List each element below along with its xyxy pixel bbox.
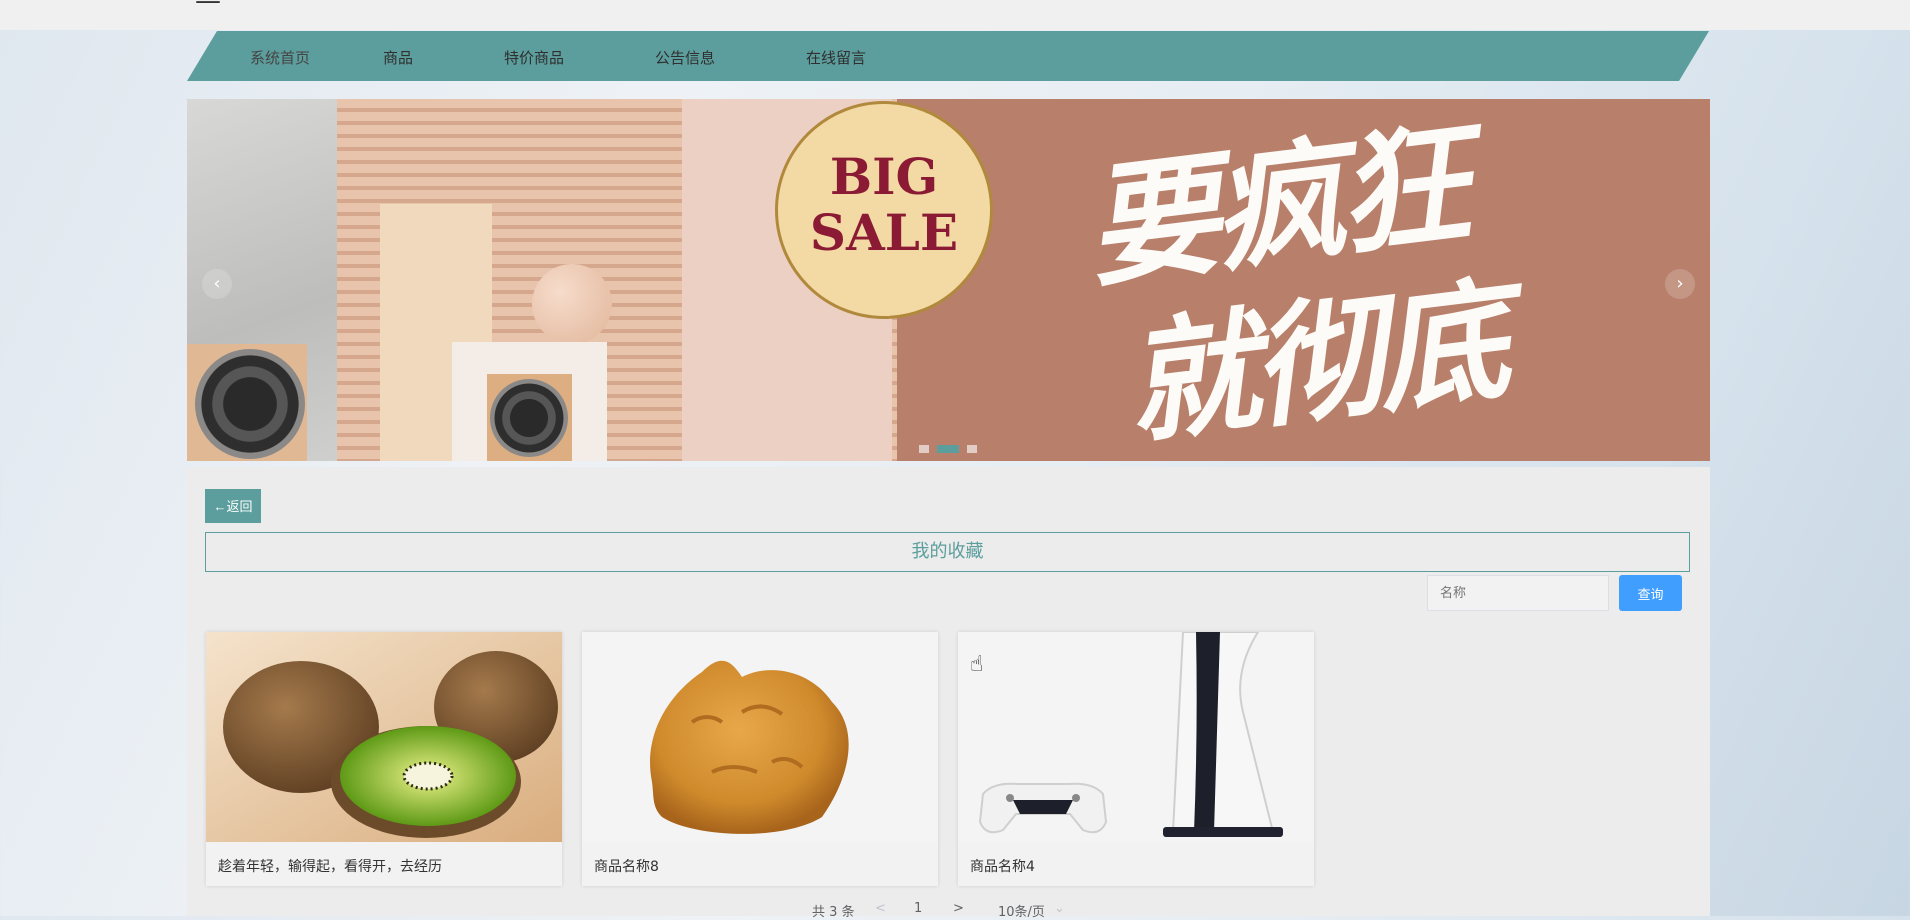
pagination-page-1[interactable]: 1 — [914, 901, 922, 916]
big-sale-badge: BIG SALE — [775, 101, 993, 319]
product-name: 趁着年轻，输得起，看得开，去经历 — [218, 859, 442, 875]
pagination-prev-button[interactable]: < — [875, 901, 886, 916]
product-card[interactable]: 趁着年轻，输得起，看得开，去经历 — [206, 632, 562, 886]
pagination-total: 共 3 条 — [812, 905, 855, 920]
banner-carousel[interactable]: BIG SALE 要疯狂 就彻底 ‹ › — [187, 99, 1710, 461]
chevron-down-icon[interactable]: ⌄ — [1054, 901, 1065, 916]
fried-chicken-image — [582, 632, 938, 842]
badge-line2: SALE — [809, 203, 959, 262]
site-title-fragment: — — [195, 0, 221, 16]
speaker-icon — [195, 349, 305, 459]
top-header-strip: — — [0, 0, 1910, 30]
carousel-dot-1[interactable] — [919, 445, 929, 453]
product-card[interactable]: 商品名称8 — [582, 632, 938, 886]
pagination-page-size-select[interactable]: 10条/页 — [998, 901, 1045, 920]
banner-ball — [532, 264, 612, 344]
banner-slogan: 要疯狂 就彻底 — [1069, 99, 1544, 461]
game-console-image — [958, 632, 1314, 842]
nav-announcements[interactable]: 公告信息 — [655, 47, 715, 68]
nav-products[interactable]: 商品 — [383, 47, 413, 68]
badge-line1: BIG — [829, 147, 939, 206]
back-button[interactable]: ←返回 — [205, 489, 261, 523]
carousel-next-icon[interactable]: › — [1665, 269, 1695, 299]
pagination-next-button[interactable]: > — [953, 901, 964, 916]
carousel-dot-2[interactable] — [937, 445, 959, 453]
product-name: 商品名称4 — [970, 859, 1035, 875]
nav-messages[interactable]: 在线留言 — [806, 47, 866, 68]
search-button[interactable]: 查询 — [1619, 575, 1682, 611]
nav-special-products[interactable]: 特价商品 — [504, 47, 564, 68]
carousel-dot-3[interactable] — [967, 445, 977, 453]
carousel-prev-icon[interactable]: ‹ — [202, 269, 232, 299]
page-title: 我的收藏 — [205, 532, 1690, 572]
product-name: 商品名称8 — [594, 859, 659, 875]
main-nav: 系统首页 商品 特价商品 公告信息 在线留言 — [187, 31, 1709, 81]
nav-home[interactable]: 系统首页 — [250, 47, 310, 68]
kiwi-image — [206, 632, 562, 842]
mouse-cursor-icon: ☝ — [970, 652, 984, 677]
product-card[interactable]: 商品名称4 — [958, 632, 1314, 886]
name-search-input[interactable] — [1427, 575, 1609, 611]
speaker-small-icon — [490, 379, 568, 457]
